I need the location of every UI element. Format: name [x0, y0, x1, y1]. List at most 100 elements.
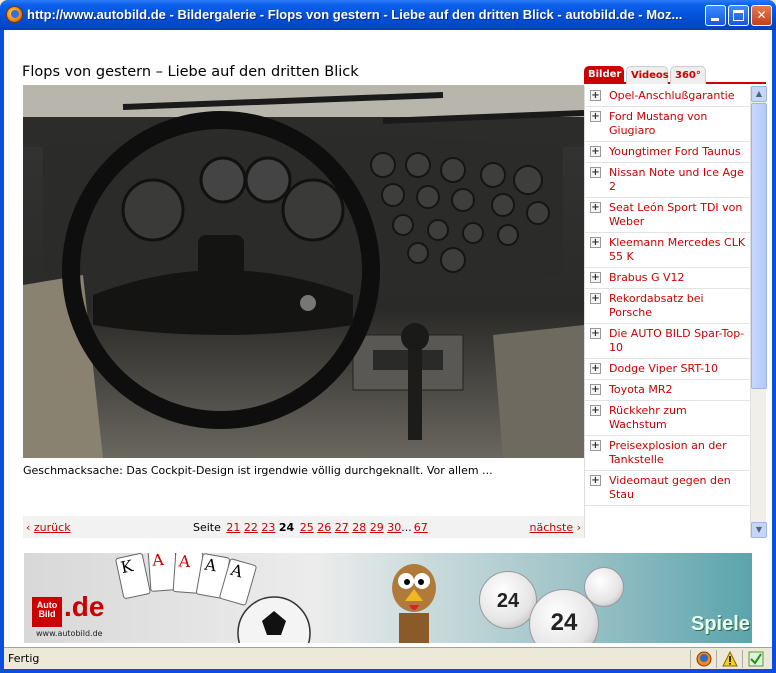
list-item-label: Kleemann Mercedes CLK 55 K [609, 236, 746, 263]
close-icon: ✕ [756, 8, 767, 22]
list-item[interactable]: + Brabus G V12 [585, 268, 750, 289]
prev-label[interactable]: zurück [34, 521, 71, 534]
minimize-button[interactable] [705, 5, 726, 26]
cockpit-photo [23, 85, 584, 458]
page-link[interactable]: 23 [261, 521, 275, 534]
page-link[interactable]: 28 [352, 521, 366, 534]
seite-label: Seite [193, 521, 221, 534]
plus-icon: + [590, 167, 601, 178]
list-item-label: Toyota MR2 [609, 383, 673, 396]
page-link[interactable]: 25 [300, 521, 314, 534]
list-item[interactable]: + Die AUTO BILD Spar-Top-10 [585, 324, 750, 359]
plus-icon: + [590, 202, 601, 213]
browser-window: http://www.autobild.de - Bildergalerie -… [0, 0, 776, 673]
firefox-icon [6, 6, 23, 23]
list-item[interactable]: + Opel-Anschlußgarantie [585, 86, 750, 107]
list-item-label: Rückkehr zum Wachstum [609, 404, 687, 431]
soccer-ball-icon [237, 596, 311, 643]
list-item[interactable]: + Seat León Sport TDI von Weber [585, 198, 750, 233]
status-divider [716, 650, 717, 668]
scroll-thumb[interactable] [751, 103, 767, 389]
page-link[interactable]: 21 [226, 521, 240, 534]
image-caption: Geschmacksache: Das Cockpit-Design ist i… [23, 464, 493, 477]
status-text: Fertig [8, 652, 40, 665]
close-button[interactable]: ✕ [751, 5, 772, 26]
gallery-list: + Opel-Anschlußgarantie + Ford Mustang von… [584, 86, 750, 538]
plus-icon: + [590, 405, 601, 416]
page-ellipsis: ... [401, 521, 412, 534]
list-item-label: Rekordabsatz bei Porsche [609, 292, 704, 319]
plus-icon: + [590, 363, 601, 374]
lotto-ball-blank [584, 567, 624, 607]
tab-bilder[interactable]: Bilder [584, 66, 624, 84]
plus-icon: + [590, 90, 601, 101]
status-bar: Fertig [4, 647, 772, 669]
plus-icon: + [590, 384, 601, 395]
plus-icon: + [590, 237, 601, 248]
scroll-down-icon[interactable]: ▼ [751, 522, 767, 538]
page-link[interactable]: 26 [317, 521, 331, 534]
list-item-label: Seat León Sport TDI von Weber [609, 201, 743, 228]
list-item-label: Die AUTO BILD Spar-Top-10 [609, 327, 745, 354]
list-item[interactable]: + Rückkehr zum Wachstum [585, 401, 750, 436]
plus-icon: + [590, 475, 601, 486]
prev-link[interactable]: ‹ zurück [26, 521, 71, 534]
plus-icon: + [590, 440, 601, 451]
spiele-label: Spiele [691, 613, 750, 635]
list-item[interactable]: + Rekordabsatz bei Porsche [585, 289, 750, 324]
list-item[interactable]: + Videomaut gegen den Stau [585, 471, 750, 506]
warning-icon[interactable] [722, 651, 738, 667]
plus-icon: + [590, 328, 601, 339]
next-label[interactable]: nächste [530, 521, 574, 534]
checkmark-icon[interactable] [748, 651, 764, 667]
browser-content: Flops von gestern – Liebe auf den dritte… [4, 30, 772, 647]
list-item[interactable]: + Nissan Note und Ice Age 2 [585, 163, 750, 198]
playing-card: K [114, 553, 152, 600]
page-title: Flops von gestern – Liebe auf den dritte… [22, 64, 359, 80]
chevron-left-icon: ‹ [26, 521, 31, 534]
ad-banner[interactable]: Auto Bild .de www.autobild.de K A A A A … [24, 553, 752, 643]
list-item[interactable]: + Preisexplosion an der Tankstelle [585, 436, 750, 471]
list-item-label: Youngtimer Ford Taunus [609, 145, 741, 158]
list-item[interactable]: + Youngtimer Ford Taunus [585, 142, 750, 163]
list-item-label: Brabus G V12 [609, 271, 685, 284]
page-link[interactable]: 22 [244, 521, 258, 534]
list-item-label: Nissan Note und Ice Age 2 [609, 166, 744, 193]
logo-suffix: .de [64, 591, 105, 622]
plus-icon: + [590, 146, 601, 157]
tab-360[interactable]: 360° [670, 66, 706, 84]
gallery-image[interactable] [23, 85, 584, 458]
list-item-label: Preisexplosion an der Tankstelle [609, 439, 727, 466]
list-item[interactable]: + Dodge Viper SRT-10 [585, 359, 750, 380]
list-item-label: Dodge Viper SRT-10 [609, 362, 719, 375]
status-divider [690, 650, 691, 668]
list-item[interactable]: + Kleemann Mercedes CLK 55 K [585, 233, 750, 268]
media-tabs: Bilder Videos 360° [584, 64, 766, 84]
maximize-button[interactable] [728, 5, 749, 26]
last-page-link[interactable]: 67 [414, 521, 428, 534]
list-item[interactable]: + Ford Mustang von Giugiaro [585, 107, 750, 142]
pagination: ‹ zurück Seite 21 22 23 24 25 26 27 28 2… [23, 516, 584, 538]
scroll-up-icon[interactable]: ▲ [751, 86, 767, 102]
logo-url: www.autobild.de [36, 629, 103, 638]
current-page: 24 [278, 521, 295, 534]
firefox-status-icon [696, 651, 712, 667]
tab-videos[interactable]: Videos [626, 66, 669, 84]
page-numbers: Seite 21 22 23 24 25 26 27 28 29 30... 67 [193, 521, 428, 534]
list-item-label: Videomaut gegen den Stau [609, 474, 731, 501]
chevron-right-icon: › [576, 521, 581, 534]
page-link[interactable]: 29 [370, 521, 384, 534]
page-link[interactable]: 30 [387, 521, 401, 534]
list-scrollbar[interactable]: ▲ ▼ [750, 86, 767, 538]
title-bar[interactable]: http://www.autobild.de - Bildergalerie -… [0, 0, 776, 30]
page-link[interactable]: 27 [335, 521, 349, 534]
list-item-label: Opel-Anschlußgarantie [609, 89, 735, 102]
plus-icon: + [590, 272, 601, 283]
next-link[interactable]: nächste › [530, 521, 581, 534]
chicken-mascot-icon [392, 564, 436, 643]
plus-icon: + [590, 111, 601, 122]
maximize-icon [733, 10, 744, 21]
autobild-logo: Auto Bild [32, 597, 62, 627]
list-item[interactable]: + Toyota MR2 [585, 380, 750, 401]
list-item-label: Ford Mustang von Giugiaro [609, 110, 708, 137]
